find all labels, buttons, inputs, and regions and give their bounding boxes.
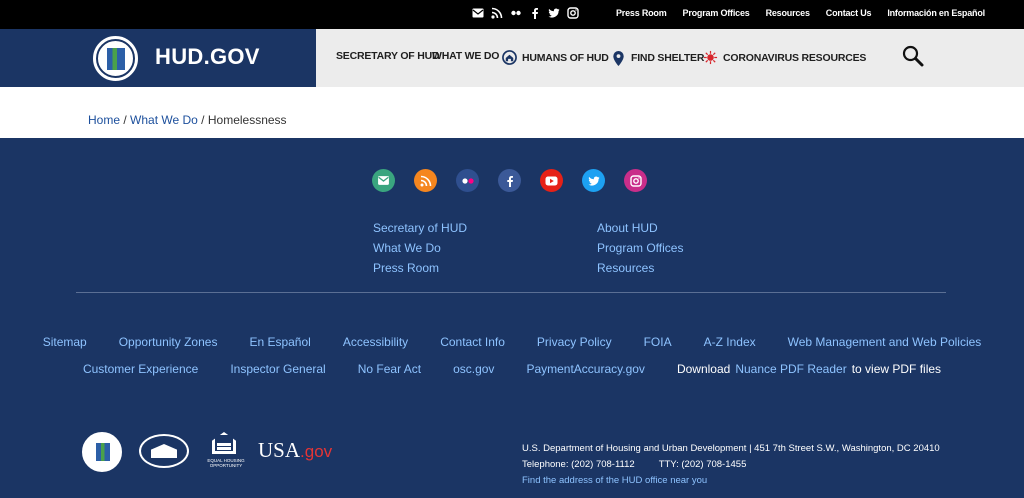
nav-secretary-of-hud[interactable]: SECRETARY OF HUD (336, 50, 440, 62)
phone-row: Telephone: (202) 708-1112 TTY: (202) 708… (522, 457, 940, 473)
footer-link-payment-accuracy[interactable]: PaymentAccuracy.gov (526, 362, 645, 376)
top-link-program-offices[interactable]: Program Offices (683, 8, 750, 18)
nav-find-shelter[interactable]: FIND SHELTER (611, 50, 704, 67)
footer-link-customer-experience[interactable]: Customer Experience (83, 362, 198, 376)
footer-link-inspector-general[interactable]: Inspector General (230, 362, 325, 376)
footer-link-press-room[interactable]: Press Room (373, 261, 467, 276)
search-icon[interactable] (901, 44, 925, 68)
site-header: HUD.GOV SECRETARY OF HUD WHAT WE DO HUMA… (0, 29, 1024, 87)
footer-email-icon[interactable] (372, 169, 395, 192)
main-nav: SECRETARY OF HUD WHAT WE DO HUMANS OF HU… (316, 29, 1024, 87)
footer-link-en-espanol[interactable]: En Español (249, 335, 310, 349)
top-social-icons (471, 7, 579, 20)
white-house-logo[interactable] (139, 434, 189, 468)
footer-links-row-2: Customer Experience Inspector General No… (0, 362, 1024, 376)
top-utility-bar: Press Room Program Offices Resources Con… (0, 0, 1024, 29)
nav-what-we-do[interactable]: WHAT WE DO (432, 50, 499, 62)
footer-link-opportunity-zones[interactable]: Opportunity Zones (119, 335, 218, 349)
hud-seal-logo[interactable] (91, 34, 140, 83)
home-icon (502, 50, 517, 65)
brand-area[interactable]: HUD.GOV (0, 29, 316, 87)
facebook-icon[interactable] (528, 7, 541, 20)
download-pdf-reader-note: Download Nuance PDF Reader to view PDF f… (676, 362, 942, 376)
usa-gov-logo[interactable]: USA.gov (258, 438, 332, 463)
find-hud-office-link[interactable]: Find the address of the HUD office near … (522, 475, 707, 486)
telephone-number: Telephone: (202) 708-1112 (522, 459, 635, 470)
footer-divider (76, 292, 946, 293)
address-line: U.S. Department of Housing and Urban Dev… (522, 443, 940, 454)
top-link-contact-us[interactable]: Contact Us (826, 8, 872, 18)
top-links: Press Room Program Offices Resources Con… (616, 8, 985, 18)
footer-twitter-icon[interactable] (582, 169, 605, 192)
footer-link-web-management[interactable]: Web Management and Web Policies (788, 335, 982, 349)
breadcrumb-home[interactable]: Home (88, 113, 120, 127)
equal-housing-opportunity-logo[interactable]: EQUAL HOUSING OPPORTUNITY (206, 432, 245, 468)
rss-icon[interactable] (490, 7, 503, 20)
flickr-icon[interactable] (509, 7, 522, 20)
breadcrumb: Home / What We Do / Homelessness (88, 113, 287, 127)
footer-link-foia[interactable]: FOIA (644, 335, 672, 349)
footer-link-nuance-pdf-reader[interactable]: Nuance PDF Reader (735, 362, 846, 376)
footer-column-1: Secretary of HUD What We Do Press Room (373, 221, 467, 276)
footer-social-icons (372, 169, 647, 192)
footer-address: U.S. Department of Housing and Urban Dev… (522, 441, 940, 489)
top-link-espanol[interactable]: Información en Español (887, 8, 985, 18)
footer-link-program-offices[interactable]: Program Offices (597, 241, 683, 256)
nav-humans-of-hud[interactable]: HUMANS OF HUD (502, 50, 609, 65)
footer-flickr-icon[interactable] (456, 169, 479, 192)
footer-link-no-fear-act[interactable]: No Fear Act (358, 362, 421, 376)
footer-youtube-icon[interactable] (540, 169, 563, 192)
hud-seal-footer-logo[interactable] (80, 430, 124, 474)
footer-link-privacy-policy[interactable]: Privacy Policy (537, 335, 612, 349)
breadcrumb-what-we-do[interactable]: What We Do (130, 113, 198, 127)
footer-link-what-we-do[interactable]: What We Do (373, 241, 467, 256)
footer-rss-icon[interactable] (414, 169, 437, 192)
brand-name[interactable]: HUD.GOV (155, 44, 260, 70)
tty-number: TTY: (202) 708-1455 (658, 459, 747, 470)
footer-instagram-icon[interactable] (624, 169, 647, 192)
nav-coronavirus-resources[interactable]: CORONAVIRUS RESOURCES (703, 50, 866, 65)
location-pin-icon (611, 50, 626, 67)
virus-icon (703, 50, 718, 65)
footer-link-secretary[interactable]: Secretary of HUD (373, 221, 467, 236)
footer-facebook-icon[interactable] (498, 169, 521, 192)
footer-link-accessibility[interactable]: Accessibility (343, 335, 408, 349)
footer-link-about-hud[interactable]: About HUD (597, 221, 683, 236)
footer-link-osc-gov[interactable]: osc.gov (453, 362, 494, 376)
footer-link-az-index[interactable]: A-Z Index (704, 335, 756, 349)
breadcrumb-current: Homelessness (207, 113, 287, 127)
top-link-press-room[interactable]: Press Room (616, 8, 667, 18)
footer-link-contact-info[interactable]: Contact Info (440, 335, 505, 349)
footer-links-row-1: Sitemap Opportunity Zones En Español Acc… (0, 335, 1024, 349)
twitter-icon[interactable] (547, 7, 560, 20)
email-icon[interactable] (471, 7, 484, 20)
footer-column-2: About HUD Program Offices Resources (597, 221, 683, 276)
footer-link-sitemap[interactable]: Sitemap (43, 335, 87, 349)
breadcrumb-bar: Home / What We Do / Homelessness (0, 87, 1024, 138)
top-link-resources[interactable]: Resources (766, 8, 810, 18)
instagram-icon[interactable] (566, 7, 579, 20)
footer-link-resources[interactable]: Resources (597, 261, 683, 276)
